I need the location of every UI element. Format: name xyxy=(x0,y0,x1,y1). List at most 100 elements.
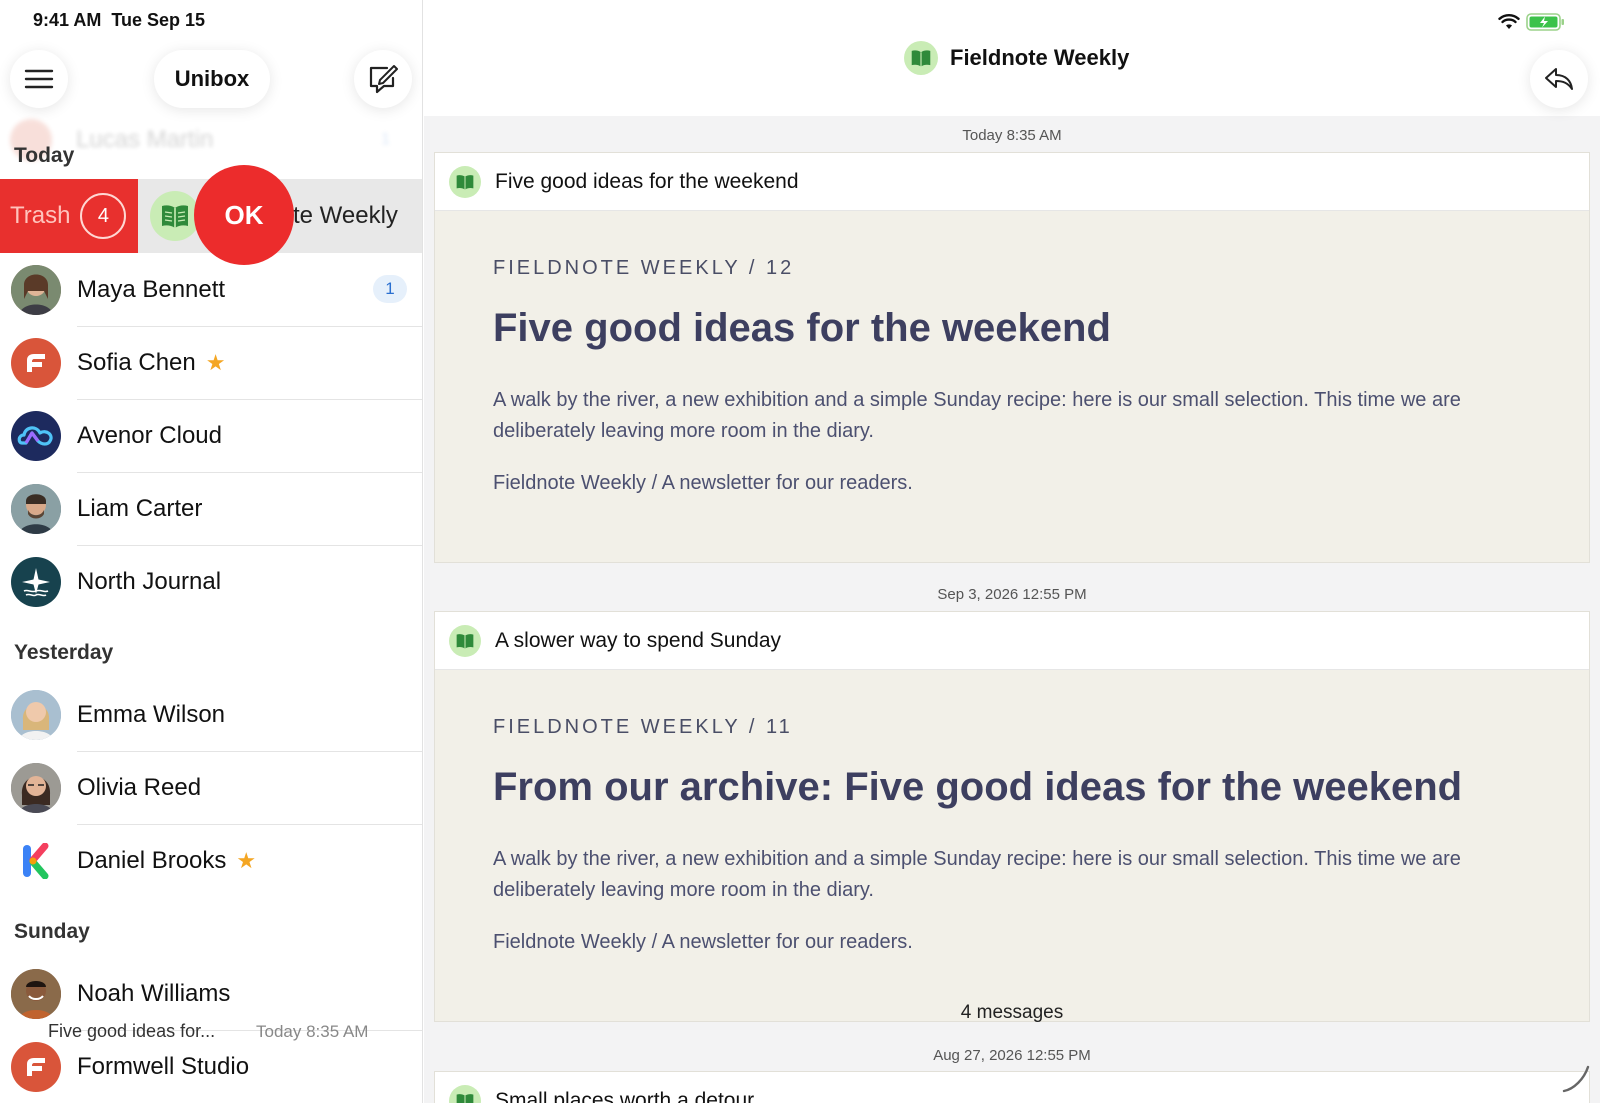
conversation-detail: Fieldnote Weekly Today 8:35 AM Five good… xyxy=(424,0,1600,1103)
conversation-row[interactable]: Liam Carter xyxy=(0,472,422,546)
mailbox-title[interactable]: Unibox xyxy=(154,50,270,108)
avatar xyxy=(11,690,61,740)
message-card[interactable]: Five good ideas for the weekend FIELDNOT… xyxy=(434,152,1590,563)
collapsed-messages-count[interactable]: 4 messages xyxy=(424,1002,1600,1024)
conversation-row[interactable]: Avenor Cloud xyxy=(0,399,422,473)
ok-button[interactable]: OK xyxy=(194,165,294,265)
newsletter-headline: Five good ideas for the weekend xyxy=(493,306,1111,350)
conversation-row[interactable]: Olivia Reed xyxy=(0,751,422,825)
contact-name: Olivia Reed xyxy=(77,774,202,801)
message-card[interactable]: Small places worth a detour xyxy=(434,1071,1590,1103)
status-time: 9:41 AM Tue Sep 15 xyxy=(33,10,215,31)
contact-name-text: Sofia Chen xyxy=(77,349,196,376)
preview-subject: Five good ideas for... xyxy=(48,1021,216,1041)
compose-icon xyxy=(369,65,398,94)
avatar xyxy=(11,338,61,388)
newsletter-paragraph: A walk by the river, a new exhibition an… xyxy=(493,389,1461,442)
message-subject: Five good ideas for the weekend xyxy=(495,169,799,193)
message-header: Small places worth a detour xyxy=(435,1072,1589,1103)
status-date: Tue Sep 15 xyxy=(111,10,206,30)
detail-title: Fieldnote Weekly xyxy=(904,41,1129,75)
avatar xyxy=(449,1084,481,1103)
book-logo-icon xyxy=(456,174,474,190)
avatar xyxy=(11,484,61,534)
conversation-row[interactable]: Maya Bennett 1 xyxy=(0,253,422,327)
newsletter-footer: Fieldnote Weekly / A newsletter for our … xyxy=(493,472,913,494)
detail-title-text: Fieldnote Weekly xyxy=(950,45,1130,70)
newsletter-footer: Fieldnote Weekly / A newsletter for our … xyxy=(493,931,913,953)
avatar xyxy=(11,1042,61,1092)
scroll-indicator-icon xyxy=(1562,1065,1590,1093)
newsletter-paragraph: A walk by the river, a new exhibition an… xyxy=(493,848,1461,901)
status-indicators xyxy=(1498,12,1566,32)
section-header-yesterday: Yesterday xyxy=(14,641,114,664)
contact-name: Noah Williams xyxy=(77,980,231,1007)
trash-label: Trash xyxy=(10,202,71,229)
message-header: A slower way to spend Sunday xyxy=(435,612,1589,670)
avatar xyxy=(150,191,200,241)
newsletter-body: FIELDNOTE WEEKLY / 11 From our archive: … xyxy=(435,670,1589,954)
avatar xyxy=(449,624,481,657)
wifi-icon xyxy=(1498,14,1520,29)
star-icon: ★ xyxy=(236,848,257,873)
conversation-row[interactable]: Daniel Brooks ★ xyxy=(0,824,422,898)
message-card[interactable]: A slower way to spend Sunday FIELDNOTE W… xyxy=(434,611,1590,1022)
status-clock: 9:41 AM xyxy=(33,10,102,30)
reply-button[interactable] xyxy=(1530,50,1588,108)
avatar xyxy=(11,969,61,1019)
menu-button[interactable] xyxy=(10,50,68,108)
trash-count-badge: 4 xyxy=(80,193,127,239)
message-subject: Small places worth a detour xyxy=(495,1088,755,1103)
compose-button[interactable] xyxy=(354,50,412,108)
avatar xyxy=(449,165,481,198)
reply-icon xyxy=(1545,68,1573,90)
menu-icon xyxy=(24,69,54,89)
contact-name: Emma Wilson xyxy=(77,701,226,728)
trash-action-button[interactable]: Trash 4 xyxy=(0,179,138,253)
contact-name: Sofia Chen ★ xyxy=(77,349,225,377)
contact-name-text: Daniel Brooks xyxy=(77,847,227,874)
section-header-today: Today xyxy=(14,144,75,167)
message-subject: A slower way to spend Sunday xyxy=(495,628,782,652)
avatar xyxy=(11,411,61,461)
contact-name: Formwell Studio xyxy=(77,1053,250,1080)
preview-time: Today 8:35 AM xyxy=(256,1022,369,1041)
cloud-logo-icon xyxy=(17,426,53,446)
message-date: Today 8:35 AM xyxy=(962,127,1062,144)
contact-name: North Journal xyxy=(77,568,222,595)
message-date: Sep 3, 2026 12:55 PM xyxy=(937,586,1087,603)
conversation-row[interactable]: North Journal xyxy=(0,545,422,619)
contact-name: Daniel Brooks ★ xyxy=(77,847,256,875)
compass-star-icon xyxy=(22,568,50,597)
formwell-logo-icon xyxy=(27,1058,45,1076)
ghost-row-badge: 1 xyxy=(381,131,390,148)
book-logo-icon xyxy=(456,1093,474,1103)
book-logo-icon xyxy=(162,205,188,228)
section-header-sunday: Sunday xyxy=(14,920,90,943)
swiped-row-name: te Weekly xyxy=(293,202,398,229)
message-date: Aug 27, 2026 12:55 PM xyxy=(933,1047,1091,1064)
ghost-row-name: Lucas Martin xyxy=(76,126,214,153)
k-logo-icon xyxy=(23,843,49,879)
newsletter-kicker: FIELDNOTE WEEKLY / 12 xyxy=(493,257,795,279)
avatar xyxy=(11,557,61,607)
conversation-row[interactable]: Sofia Chen ★ xyxy=(0,326,422,400)
unread-badge: 1 xyxy=(373,275,407,303)
person-photo-icon xyxy=(11,484,61,534)
person-photo-icon xyxy=(11,969,61,1019)
formwell-logo-icon xyxy=(27,354,45,372)
star-icon: ★ xyxy=(205,350,226,375)
contact-name: Liam Carter xyxy=(77,495,203,522)
conversation-sidebar: 9:41 AM Tue Sep 15 Unibox Lucas Martin 1 … xyxy=(0,0,423,1103)
book-logo-icon xyxy=(456,633,474,649)
book-logo-icon xyxy=(911,50,931,67)
conversation-row[interactable]: Noah Williams xyxy=(0,957,422,1031)
conversation-row[interactable]: Emma Wilson xyxy=(0,678,422,752)
newsletter-kicker: FIELDNOTE WEEKLY / 11 xyxy=(493,716,793,738)
contact-name: Maya Bennett xyxy=(77,276,226,303)
avatar xyxy=(904,41,938,75)
avatar xyxy=(11,836,61,886)
message-header: Five good ideas for the weekend xyxy=(435,153,1589,211)
person-photo-icon xyxy=(11,763,61,813)
person-photo-icon xyxy=(11,265,61,315)
